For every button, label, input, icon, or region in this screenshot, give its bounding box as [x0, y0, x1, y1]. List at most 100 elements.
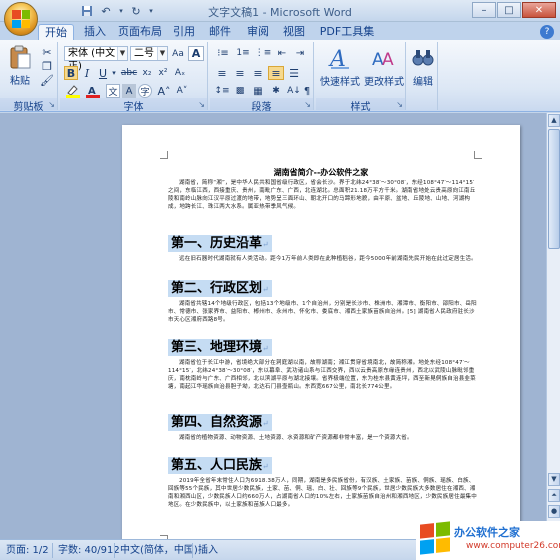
tab-home[interactable]: 开始	[38, 24, 74, 40]
distributed-icon[interactable]: ☰	[286, 66, 302, 80]
sort-icon[interactable]: A↓	[286, 84, 302, 98]
minimize-button[interactable]: –	[472, 2, 496, 18]
close-button[interactable]: ✕	[522, 2, 556, 18]
char-shading-icon[interactable]: A	[122, 84, 136, 98]
scroll-up-icon[interactable]: ▲	[548, 114, 560, 127]
highlight-color-icon[interactable]	[64, 84, 82, 98]
document-area[interactable]: 湖南省简介--办公软件之家 湖南省，简称“湘”，是中华人民共和国省级行政区，省会…	[0, 113, 546, 539]
status-mode[interactable]: 插入	[198, 543, 218, 558]
status-language[interactable]: 中文(简体，中国)	[120, 543, 198, 558]
align-right-icon[interactable]: ≡	[250, 66, 266, 80]
show-marks-icon[interactable]: ¶	[302, 84, 312, 98]
underline-button[interactable]: U	[96, 66, 110, 80]
section-heading: 第三、地理环境↵	[168, 339, 272, 356]
watermark-url: www.computer26.com	[466, 541, 560, 551]
group-clipboard: 粘贴 ✂ ❐ 🖌 剪贴板 ↘	[0, 42, 58, 113]
crop-mark	[160, 151, 168, 159]
section-paragraph: 湖南省的植物资源、动物资源、土地资源、水资源和矿产资源都非常丰富，是一个资源大省…	[179, 435, 413, 441]
grow-font-icon[interactable]: A˄	[156, 84, 172, 98]
quick-styles-icon: A	[328, 47, 349, 71]
paste-button[interactable]: 粘贴	[8, 44, 32, 87]
italic-button[interactable]: I	[80, 66, 94, 80]
tab-page-layout[interactable]: 页面布局	[116, 24, 164, 40]
paragraph-launcher-icon[interactable]: ↘	[304, 100, 311, 109]
clipboard-launcher-icon[interactable]: ↘	[48, 100, 55, 109]
paste-icon	[10, 45, 31, 69]
bullets-icon[interactable]: ⁝≡	[214, 46, 232, 60]
change-case-icon[interactable]: Aa	[170, 46, 186, 61]
scrollbar-thumb[interactable]	[548, 129, 560, 249]
chevron-down-icon: ▼	[157, 47, 167, 60]
phonetic-guide-icon[interactable]: 文	[106, 84, 120, 98]
section-paragraph: 湖南省位于长江中游，省境绝大部分在洞庭湖以南，故称湖南；湘江贯穿省境南北，故简称…	[168, 360, 476, 390]
chinese-layout-icon[interactable]: ✱	[268, 84, 284, 98]
char-border-icon[interactable]: A	[188, 46, 204, 61]
status-page[interactable]: 页面: 1/2	[6, 543, 49, 558]
ribbon: 粘贴 ✂ ❐ 🖌 剪贴板 ↘ 宋体 (中文正) ▼ 二号 ▼ Aa A B I …	[0, 40, 560, 113]
browse-object-icon[interactable]: ●	[548, 505, 560, 518]
tab-mailings[interactable]: 邮件	[206, 24, 234, 40]
office-button[interactable]	[4, 2, 38, 36]
paste-label: 粘贴	[10, 76, 30, 87]
line-spacing-icon[interactable]: ↕≡	[214, 84, 230, 98]
font-size-combo[interactable]: 二号 ▼	[130, 46, 168, 61]
vertical-scrollbar[interactable]: ▲ ▼ ⏶ ● ⏷	[546, 113, 560, 539]
tab-pdf-tools[interactable]: PDF工具集	[318, 24, 376, 40]
styles-launcher-icon[interactable]: ↘	[396, 100, 403, 109]
change-styles-button[interactable]: A A 更改样式	[364, 45, 404, 88]
maximize-button[interactable]: □	[497, 2, 521, 18]
strikethrough-button[interactable]: abc	[120, 66, 138, 80]
superscript-button[interactable]: x²	[156, 66, 170, 80]
document-page[interactable]: 湖南省简介--办公软件之家 湖南省，简称“湘”，是中华人民共和国省级行政区，省会…	[122, 125, 520, 539]
borders-icon[interactable]: ▦	[250, 84, 266, 98]
window-controls: – □ ✕	[472, 2, 556, 18]
status-separator	[52, 543, 53, 558]
title-bar: ↶ ▾ ↻ ▾ 文字文稿1 - Microsoft Word – □ ✕	[0, 0, 560, 22]
change-styles-icon: A A	[372, 50, 394, 70]
prev-page-icon[interactable]: ⏶	[548, 489, 560, 502]
help-icon[interactable]: ?	[540, 25, 554, 39]
font-color-icon[interactable]: A	[84, 84, 102, 98]
shading-icon[interactable]: ▩	[232, 84, 248, 98]
format-painter-icon[interactable]: 🖌	[40, 74, 54, 87]
justify-icon[interactable]: ≡	[268, 66, 284, 80]
section-heading: 第五、人口民族↵	[168, 457, 272, 474]
align-left-icon[interactable]: ≡	[214, 66, 230, 80]
font-name-combo[interactable]: 宋体 (中文正) ▼	[64, 46, 128, 72]
watermark-logo-icon	[420, 521, 450, 555]
tab-review[interactable]: 审阅	[244, 24, 272, 40]
numbering-icon[interactable]: 1≡	[234, 46, 252, 60]
multilevel-list-icon[interactable]: ⋮≡	[254, 46, 272, 60]
editing-button[interactable]: 编辑	[411, 45, 435, 88]
align-center-icon[interactable]: ≡	[232, 66, 248, 80]
bold-button[interactable]: B	[64, 66, 78, 80]
clear-formatting-icon[interactable]: Aₓ	[172, 66, 188, 80]
ribbon-tabs: 开始 插入 页面布局 引用 邮件 审阅 视图 PDF工具集 ?	[0, 22, 560, 40]
section-paragraph: 湖南省共辖14个地级行政区，包括13个地级市、1个自治州，分别是长沙市、株洲市、…	[168, 301, 477, 323]
group-paragraph: ⁝≡ 1≡ ⋮≡ ⇤ ⇥ ≡ ≡ ≡ ≡ ☰ ↕≡ ▩ ▦ ✱ A↓ ¶ 段落 …	[210, 42, 314, 113]
quick-styles-button[interactable]: A 快速样式	[320, 45, 360, 88]
tab-insert[interactable]: 插入	[80, 24, 110, 40]
crop-mark	[474, 151, 482, 159]
font-launcher-icon[interactable]: ↘	[198, 100, 205, 109]
font-size-value: 二号	[134, 48, 154, 59]
underline-dropdown-icon[interactable]: ▾	[110, 66, 118, 80]
status-separator	[114, 543, 115, 558]
subscript-button[interactable]: x₂	[140, 66, 154, 80]
shrink-font-icon[interactable]: A˅	[174, 84, 190, 98]
decrease-indent-icon[interactable]: ⇤	[274, 46, 290, 60]
watermark-title: 办公软件之家	[454, 526, 520, 539]
copy-icon[interactable]: ❐	[40, 60, 54, 73]
scroll-down-icon[interactable]: ▼	[548, 473, 560, 486]
section-heading: 第二、行政区划↵	[168, 280, 272, 297]
group-label-styles: 样式	[316, 98, 405, 113]
tab-references[interactable]: 引用	[170, 24, 198, 40]
document-title: 湖南省简介--办公软件之家	[273, 168, 369, 177]
cut-icon[interactable]: ✂	[40, 46, 54, 59]
section-heading: 第四、自然资源↵	[168, 414, 272, 431]
find-binoculars-icon	[412, 50, 434, 66]
increase-indent-icon[interactable]: ⇥	[292, 46, 308, 60]
enclose-chars-icon[interactable]: 字	[138, 84, 152, 98]
tab-view[interactable]: 视图	[280, 24, 308, 40]
status-words[interactable]: 字数: 40/912	[58, 543, 120, 558]
